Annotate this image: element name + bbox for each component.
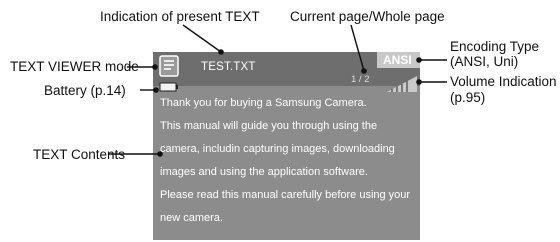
leader-dot (361, 68, 367, 74)
leader-dot (152, 64, 158, 70)
leader-page-info (350, 24, 365, 72)
leader-dot (416, 57, 422, 63)
leader-present-text (182, 24, 222, 53)
diagram: Indication of present TEXT Current page/… (0, 0, 560, 242)
leader-dot (218, 49, 224, 55)
leader-dot (416, 79, 422, 85)
leader-dot (153, 87, 159, 93)
leader-dot (157, 151, 163, 157)
callout-leader-lines (108, 24, 447, 157)
